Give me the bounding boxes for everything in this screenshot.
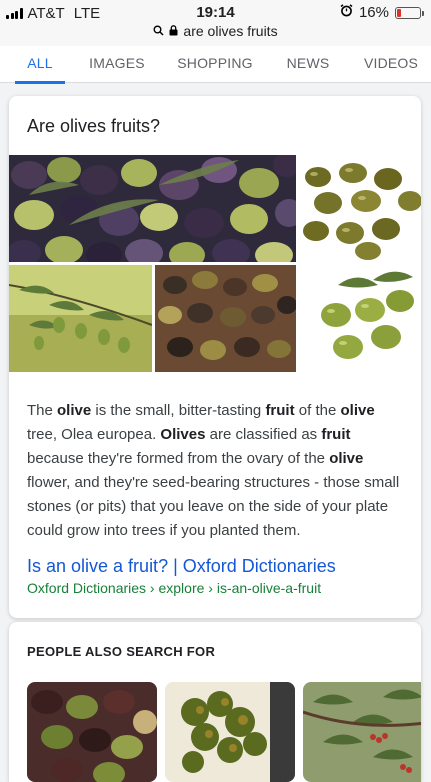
lock-icon bbox=[169, 23, 178, 39]
highlighted-term: Olives bbox=[160, 426, 206, 443]
description-text: The bbox=[27, 402, 58, 419]
highlighted-term: olive bbox=[340, 402, 375, 419]
highlighted-term: olive bbox=[57, 402, 92, 419]
answer-question: Are olives fruits? bbox=[27, 116, 161, 136]
olive-image-3[interactable] bbox=[9, 265, 152, 372]
search-icon bbox=[153, 23, 164, 39]
source-link[interactable]: Is an olive a fruit? | Oxford Dictionari… bbox=[27, 556, 336, 577]
highlighted-term: fruit bbox=[321, 426, 351, 443]
olive-image-4[interactable] bbox=[155, 265, 296, 372]
source-url: Oxford Dictionaries › explore › is-an-ol… bbox=[27, 580, 322, 596]
tab-images[interactable]: IMAGES bbox=[82, 46, 152, 83]
related-thumb-3[interactable] bbox=[303, 682, 421, 782]
highlighted-term: olive bbox=[329, 450, 364, 467]
address-bar[interactable]: are olives fruits bbox=[0, 23, 431, 39]
description-text: is the small, bitter-tasting bbox=[91, 402, 266, 419]
battery-level bbox=[397, 8, 401, 17]
answer-description: The olive is the small, bitter-tasting f… bbox=[27, 399, 407, 543]
search-tabs: ALL IMAGES SHOPPING NEWS VIDEOS bbox=[0, 46, 431, 84]
people-also-search-header: PEOPLE ALSO SEARCH FOR bbox=[27, 644, 216, 659]
answer-card: Are olives fruits? The olive is the smal… bbox=[9, 96, 421, 618]
tab-videos[interactable]: VIDEOS bbox=[356, 46, 426, 83]
alarm-icon bbox=[340, 4, 353, 21]
description-text: because they're formed from the ovary of… bbox=[27, 450, 330, 467]
olive-image-5[interactable] bbox=[298, 265, 421, 372]
highlighted-term: fruit bbox=[265, 402, 295, 419]
olive-image-1[interactable] bbox=[9, 155, 296, 262]
description-text: tree, Olea europea. bbox=[27, 426, 161, 443]
tab-all[interactable]: ALL bbox=[15, 46, 65, 84]
related-thumb-2[interactable] bbox=[165, 682, 295, 782]
related-thumb-1[interactable] bbox=[27, 682, 157, 782]
url-text: are olives fruits bbox=[183, 23, 278, 39]
description-text: of the bbox=[294, 402, 341, 419]
description-text: flower, and they're seed-bearing structu… bbox=[27, 474, 400, 539]
tab-shopping[interactable]: SHOPPING bbox=[172, 46, 258, 83]
tab-news[interactable]: NEWS bbox=[280, 46, 336, 83]
battery-icon bbox=[395, 6, 424, 19]
description-text: are classified as bbox=[205, 426, 322, 443]
status-bar: AT&T LTE 19:14 are olives fruits 16% bbox=[0, 0, 431, 46]
battery-percent: 16% bbox=[358, 4, 389, 21]
olive-image-2[interactable] bbox=[298, 155, 421, 262]
battery-info: 16% bbox=[340, 4, 424, 21]
people-also-search-card: PEOPLE ALSO SEARCH FOR bbox=[9, 622, 421, 782]
